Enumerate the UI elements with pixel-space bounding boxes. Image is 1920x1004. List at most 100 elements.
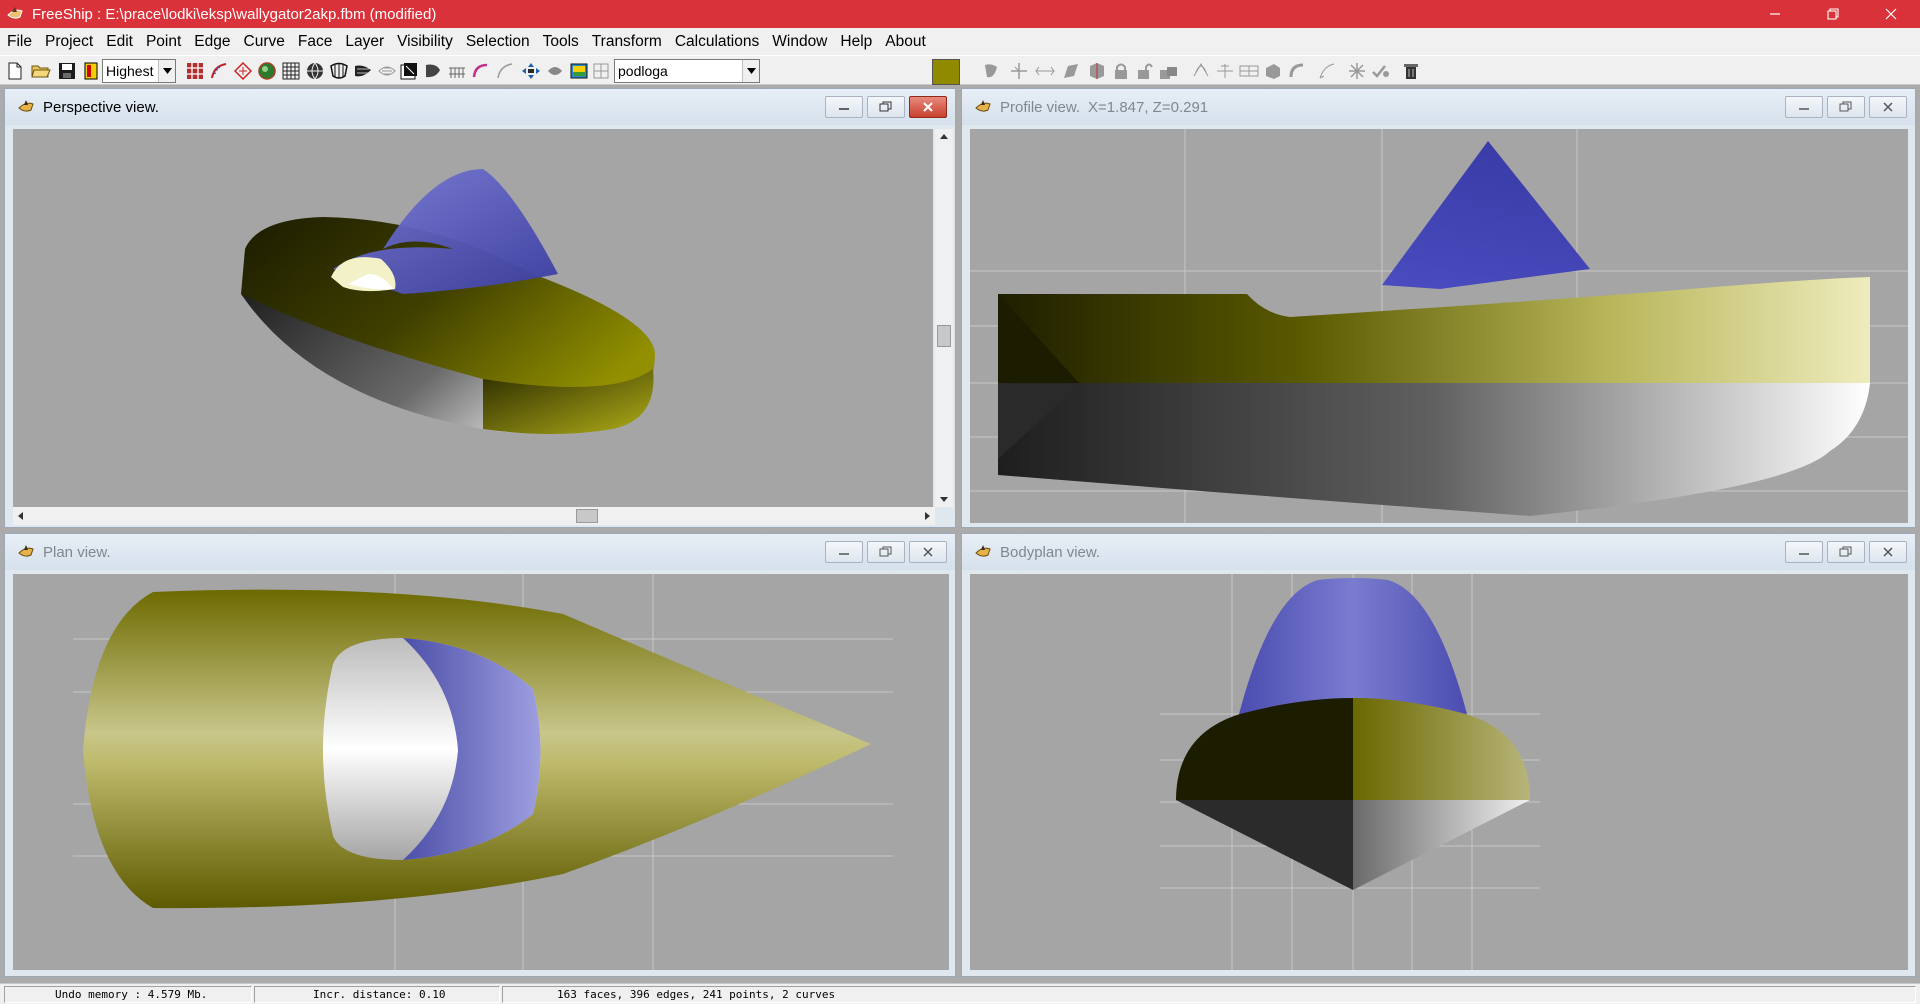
new-face-button[interactable] [1086,60,1108,82]
show-curvature-button[interactable] [208,60,230,82]
keel-rudder-button[interactable] [1346,60,1368,82]
perspective-close-button[interactable] [909,96,947,118]
insert-plane-button[interactable] [1238,60,1260,82]
menu-point[interactable]: Point [141,33,189,51]
show-control-net-button[interactable] [184,60,206,82]
menu-transform[interactable]: Transform [587,33,670,51]
precision-combo[interactable]: Highest [102,59,176,83]
restore-button[interactable] [1804,0,1862,28]
show-stations-button[interactable] [328,60,350,82]
pan-view-button[interactable] [544,60,566,82]
perspective-vscroll-thumb[interactable] [937,325,951,347]
menu-curve[interactable]: Curve [239,33,293,51]
perspective-maximize-button[interactable] [867,96,905,118]
plan-close-button[interactable] [909,541,947,563]
background-image-button[interactable] [568,60,590,82]
perspective-horizontal-scrollbar[interactable] [13,507,935,525]
active-layer-dropdown-arrow[interactable] [742,60,759,82]
undo-memory-status: Undo memory : 4.579 Mb. [4,986,252,1003]
profile-minimize-button[interactable] [1785,96,1823,118]
menu-edge[interactable]: Edge [189,33,238,51]
unlock-points-button[interactable] [1134,60,1156,82]
show-control-curves-button[interactable] [446,60,468,82]
split-edge-button[interactable] [1008,60,1030,82]
profile-maximize-button[interactable] [1827,96,1865,118]
bodyplan-maximize-button[interactable] [1827,541,1865,563]
menu-file[interactable]: File [2,33,40,51]
profile-view-window[interactable]: Profile view. X=1.847, Z=0.291 [961,88,1916,528]
menu-visibility[interactable]: Visibility [392,33,461,51]
minimize-button[interactable] [1746,0,1804,28]
menu-window[interactable]: Window [767,33,835,51]
menu-project[interactable]: Project [40,33,101,51]
new-curve-button[interactable] [1190,60,1212,82]
menu-edit[interactable]: Edit [101,33,141,51]
delete-button[interactable] [1400,60,1422,82]
menu-face[interactable]: Face [293,33,340,51]
collapse-edge-button[interactable] [1034,60,1056,82]
extrude-edge-button[interactable] [1060,60,1082,82]
plan-view-window[interactable]: Plan view. [4,533,956,977]
bodyplan-view-caption[interactable]: Bodyplan view. [962,534,1915,570]
check-model-button[interactable] [1370,60,1392,82]
menu-about[interactable]: About [880,33,934,51]
unlock-all-button[interactable] [1158,60,1180,82]
incr-distance-text: Incr. distance: 0.10 [313,988,446,1001]
perspective-hscroll-thumb[interactable] [576,509,598,523]
shade-icon [258,62,276,80]
menu-help[interactable]: Help [835,33,880,51]
project-settings-button[interactable] [80,60,102,82]
plan-minimize-button[interactable] [825,541,863,563]
scroll-up-icon [940,134,948,139]
show-waterlines-button[interactable] [376,60,398,82]
incr-distance-status: Incr. distance: 0.10 [254,986,500,1003]
new-point-button[interactable] [980,60,1002,82]
menu-tools[interactable]: Tools [538,33,587,51]
extrude-face-button[interactable] [1262,60,1284,82]
show-buttocks-button[interactable] [352,60,374,82]
layer-color-swatch[interactable] [932,59,960,85]
close-button[interactable] [1862,0,1920,28]
precision-dropdown-arrow[interactable] [158,60,175,82]
profile-viewport[interactable] [970,129,1908,523]
show-free-edges-button[interactable] [494,60,516,82]
show-grid-button[interactable] [280,60,302,82]
profile-close-button[interactable] [1869,96,1907,118]
menu-calculations[interactable]: Calculations [670,33,767,51]
menu-selection[interactable]: Selection [461,33,538,51]
collapse-icon [1035,66,1055,76]
perspective-minimize-button[interactable] [825,96,863,118]
plan-viewport[interactable] [13,574,949,970]
save-file-button[interactable] [56,60,78,82]
grid-icon [282,62,300,80]
profile-view-caption[interactable]: Profile view. X=1.847, Z=0.291 [962,89,1915,125]
lock-points-button[interactable] [1110,60,1132,82]
new-file-button[interactable] [4,60,26,82]
bodyplan-minimize-button[interactable] [1785,541,1823,563]
perspective-vertical-scrollbar[interactable] [935,129,953,507]
layer-grid-button[interactable] [590,60,612,82]
shade-button[interactable] [256,60,278,82]
zoom-extents-button[interactable] [520,60,542,82]
plan-maximize-button[interactable] [867,541,905,563]
interior-edges-icon [234,62,252,80]
bodyplan-viewport[interactable] [970,574,1908,970]
show-markers-button[interactable] [422,60,444,82]
show-flowlines-button[interactable] [470,60,492,82]
bodyplan-close-button[interactable] [1869,541,1907,563]
menu-layer[interactable]: Layer [340,33,392,51]
active-layer-combo[interactable]: podloga [614,59,760,83]
rotate-button[interactable] [1286,60,1308,82]
perspective-viewport[interactable] [13,129,933,507]
open-file-button[interactable] [30,60,52,82]
develop-plates-button[interactable] [1316,60,1338,82]
trash-icon [1404,64,1418,79]
perspective-view-window[interactable]: Perspective view. [4,88,956,528]
intersect-button[interactable] [1214,60,1236,82]
show-diagonals-button[interactable] [398,60,420,82]
show-hydrostatics-button[interactable] [304,60,326,82]
show-interior-edges-button[interactable] [232,60,254,82]
perspective-view-caption[interactable]: Perspective view. [5,89,955,125]
bodyplan-view-window[interactable]: Bodyplan view. [961,533,1916,977]
plan-view-caption[interactable]: Plan view. [5,534,955,570]
